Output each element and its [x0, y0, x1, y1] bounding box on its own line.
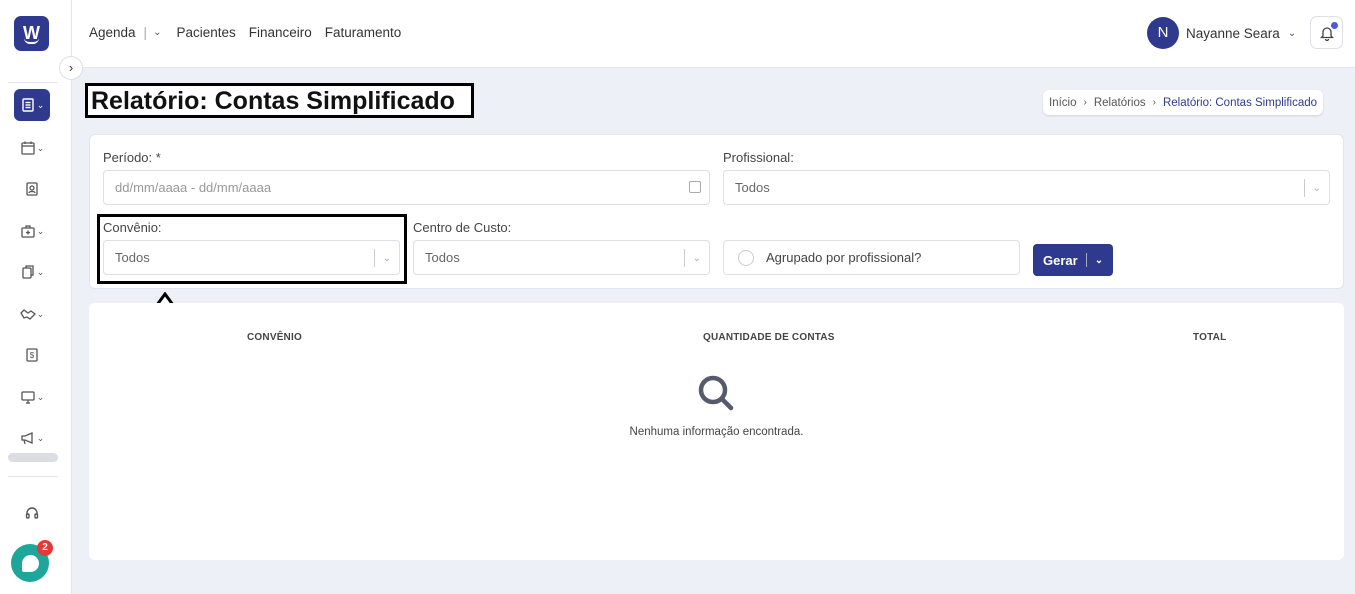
empty-state-message: Nenhuma informação encontrada. — [629, 426, 804, 438]
user-menu[interactable]: N Nayanne Seara ⌄ — [1147, 17, 1296, 49]
sidebar-divider — [8, 82, 58, 83]
chevron-down-icon: ⌄ — [36, 308, 45, 319]
chat-notification-badge: 2 — [37, 540, 53, 556]
chevron-right-icon: › — [1152, 97, 1156, 108]
chevron-down-icon: ⌄ — [1312, 182, 1321, 194]
agrupado-label: Agrupado por profissional? — [766, 250, 922, 265]
results-table: CONVÊNIO QUANTIDADE DE CONTAS TOTAL Nenh… — [89, 303, 1344, 560]
breadcrumb: Início › Relatórios › Relatório: Contas … — [1043, 90, 1324, 115]
app-logo[interactable]: W — [14, 16, 49, 51]
chevron-down-icon: ⌄ — [692, 252, 701, 264]
search-icon — [698, 375, 734, 411]
chevron-down-icon[interactable]: ⌄ — [153, 27, 161, 38]
agrupado-checkbox[interactable] — [738, 249, 754, 266]
chevron-down-icon[interactable]: ⌄ — [1095, 255, 1103, 266]
sidebar-item-medical[interactable]: ⌄ — [14, 215, 50, 247]
sidebar-toggle-button[interactable]: › — [59, 56, 83, 80]
breadcrumb-reports[interactable]: Relatórios — [1094, 97, 1146, 109]
breadcrumb-home[interactable]: Início — [1049, 97, 1077, 109]
nav-pacientes[interactable]: Pacientes — [176, 25, 235, 40]
chevron-down-icon: ⌄ — [36, 99, 45, 110]
sidebar-item-billing[interactable]: $ — [14, 339, 50, 371]
chevron-down-icon: ⌄ — [36, 432, 45, 443]
report-icon — [22, 98, 34, 112]
profissional-label: Profissional: — [723, 150, 794, 165]
agrupado-toggle[interactable]: Agrupado por profissional? — [723, 240, 1020, 275]
column-header-quantidade: QUANTIDADE DE CONTAS — [703, 332, 835, 343]
nav-divider: | — [143, 25, 148, 40]
user-name: Nayanne Seara — [1186, 25, 1280, 41]
chevron-right-icon: › — [68, 60, 74, 75]
notification-dot — [1331, 22, 1338, 29]
avatar: N — [1147, 17, 1179, 49]
documents-icon — [22, 265, 34, 279]
centro-custo-label: Centro de Custo: — [413, 220, 512, 235]
sidebar-divider — [8, 476, 58, 477]
profissional-select[interactable]: Todos ⌄ — [723, 170, 1330, 205]
sidebar-item-support[interactable] — [14, 497, 50, 529]
profissional-value: Todos — [735, 180, 770, 195]
gerar-label: Gerar — [1043, 252, 1078, 268]
main-nav: Agenda | ⌄ Pacientes Financeiro Faturame… — [89, 25, 414, 40]
calendar-icon — [689, 181, 701, 193]
page-title: Relatório: Contas Simplificado — [85, 83, 474, 118]
medical-case-icon — [21, 225, 35, 238]
column-header-convenio: CONVÊNIO — [247, 332, 302, 343]
centro-custo-value: Todos — [425, 250, 460, 265]
chevron-down-icon: ⌄ — [36, 391, 45, 402]
headset-icon — [25, 507, 39, 519]
chevron-down-icon: ⌄ — [36, 225, 45, 236]
handshake-icon — [19, 309, 36, 320]
chevron-down-icon: ⌄ — [1287, 27, 1297, 39]
sidebar-item-calendar[interactable]: ⌄ — [14, 132, 50, 164]
chevron-down-icon: ⌄ — [36, 266, 45, 277]
chevron-down-icon: ⌄ — [382, 252, 391, 264]
sidebar-item-documents[interactable]: ⌄ — [14, 256, 50, 288]
sidebar-item-partners[interactable]: ⌄ — [14, 298, 50, 330]
contact-card-icon — [26, 182, 38, 196]
column-header-total: TOTAL — [1193, 332, 1227, 343]
sidebar-item-contacts[interactable] — [14, 173, 50, 205]
notifications-button[interactable] — [1310, 16, 1343, 49]
top-bar: Agenda | ⌄ Pacientes Financeiro Faturame… — [72, 0, 1355, 68]
periodo-field[interactable]: dd/mm/aaaa - dd/mm/aaaa — [103, 170, 710, 205]
periodo-placeholder: dd/mm/aaaa - dd/mm/aaaa — [115, 180, 272, 195]
nav-financeiro[interactable]: Financeiro — [249, 25, 312, 40]
monitor-icon — [21, 391, 35, 404]
convenio-select[interactable]: Todos ⌄ — [103, 240, 400, 275]
sidebar-item-reports[interactable]: ⌄ — [14, 89, 50, 121]
sidebar: W ⌄ ⌄ ⌄ ⌄ ⌄ $ ⌄ ⌄ 2 — [0, 0, 72, 594]
convenio-value: Todos — [115, 250, 150, 265]
chevron-down-icon: ⌄ — [36, 142, 45, 153]
sidebar-item-marketing[interactable]: ⌄ — [14, 422, 50, 454]
megaphone-icon — [21, 432, 33, 445]
sidebar-scrollbar[interactable] — [8, 453, 58, 462]
sidebar-item-display[interactable]: ⌄ — [14, 381, 50, 413]
breadcrumb-current: Relatório: Contas Simplificado — [1162, 96, 1318, 109]
nav-agenda[interactable]: Agenda — [89, 25, 136, 40]
convenio-label: Convênio: — [103, 220, 162, 235]
nav-faturamento[interactable]: Faturamento — [325, 25, 402, 40]
gerar-button[interactable]: Gerar ⌄ — [1033, 244, 1113, 276]
chat-icon — [21, 554, 39, 572]
centro-custo-select[interactable]: Todos ⌄ — [413, 240, 710, 275]
billing-icon: $ — [26, 348, 38, 362]
calendar-icon — [21, 141, 35, 155]
periodo-label: Período: * — [103, 150, 161, 165]
chevron-right-icon: › — [1083, 97, 1087, 108]
svg-text:$: $ — [30, 351, 35, 360]
